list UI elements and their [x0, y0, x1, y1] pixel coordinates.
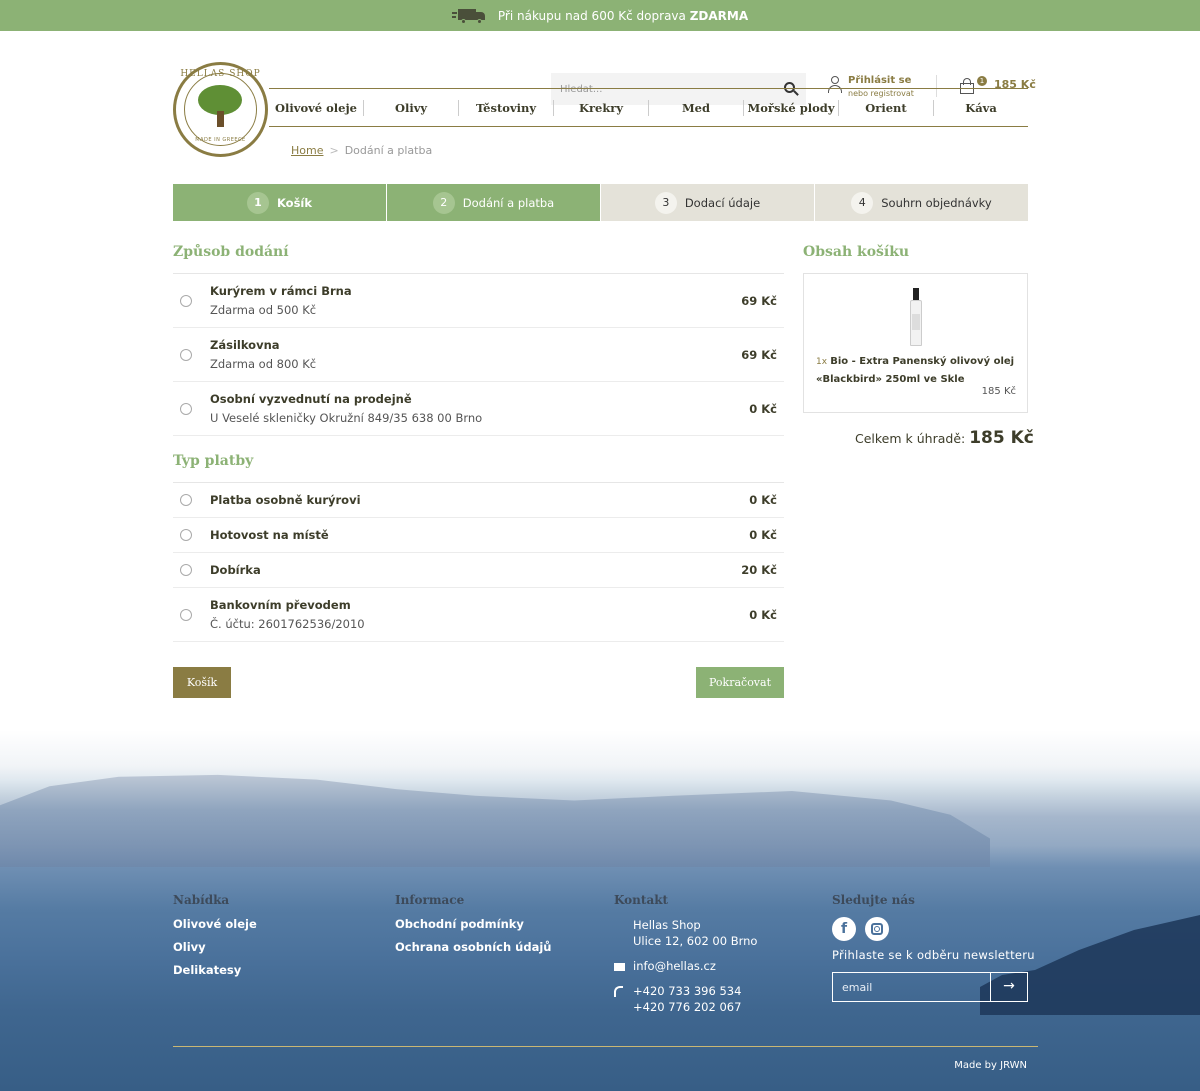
breadcrumb: Home > Dodání a platba: [291, 144, 433, 157]
payment-options: Platba osobně kurýrovi 0 Kč Hotovost na …: [173, 482, 784, 642]
footer-info: Informace Obchodní podmínky Ochrana osob…: [395, 893, 552, 954]
phone-icon: [614, 986, 624, 998]
cart-item-name[interactable]: 1x Bio - Extra Panenský olivový olej «Bl…: [816, 353, 1016, 388]
radio-button[interactable]: [180, 402, 192, 415]
radio-button[interactable]: [180, 294, 192, 307]
made-by[interactable]: Made by JRWN: [954, 1060, 1027, 1071]
instagram-icon[interactable]: [865, 917, 889, 941]
payment-option-transfer[interactable]: Bankovním převodem Č. účtu: 2601762536/20…: [173, 588, 784, 642]
step-order-summary: 4 Souhrn objednávky: [815, 184, 1028, 221]
continue-button[interactable]: Pokračovat: [696, 667, 784, 698]
newsletter-text: Přihlaste se k odběru newsletteru: [832, 948, 1035, 962]
banner-text: Při nákupu nad 600 Kč doprava ZDARMA: [497, 8, 749, 23]
radio-button[interactable]: [180, 494, 192, 506]
footer-follow: Sledujte nás f Přihlaste se k odběru new…: [832, 893, 1035, 1002]
footer-divider: [173, 1046, 1038, 1047]
delivery-options: Kurýrem v rámci Brna Zdarma od 500 Kč 69 …: [173, 273, 784, 436]
login-link[interactable]: Přihlásit se: [848, 75, 914, 86]
cart-item-price: 185 Kč: [981, 386, 1016, 397]
nav-item-seafood[interactable]: Mořské plody: [744, 99, 839, 116]
cart-summary-title: Obsah košíku: [803, 244, 910, 260]
radio-button[interactable]: [180, 564, 192, 576]
contact-phone[interactable]: +420 733 396 534 +420 776 202 067: [614, 983, 757, 1015]
radio-button[interactable]: [180, 608, 192, 621]
delivery-option-zasilkovna[interactable]: Zásilkovna Zdarma od 800 Kč 69 Kč: [173, 328, 784, 382]
contact-address: Hellas Shop Ulice 12, 602 00 Brno: [614, 917, 757, 949]
envelope-icon: [614, 961, 625, 973]
back-to-cart-button[interactable]: Košík: [173, 667, 231, 698]
breadcrumb-home[interactable]: Home: [291, 144, 323, 157]
free-shipping-banner: Při nákupu nad 600 Kč doprava ZDARMA: [0, 0, 1200, 31]
nav-item-crackers[interactable]: Krekry: [554, 99, 649, 116]
payment-option-cash[interactable]: Hotovost na místě 0 Kč: [173, 518, 784, 553]
delivery-option-pickup[interactable]: Osobní vyzvednutí na prodejně U Veselé sk…: [173, 382, 784, 436]
footer-link-olives[interactable]: Olivy: [173, 940, 257, 954]
facebook-icon[interactable]: f: [832, 917, 856, 941]
cart-item: 1x Bio - Extra Panenský olivový olej «Bl…: [803, 273, 1028, 413]
newsletter-form: →: [832, 972, 1028, 1002]
order-total: Celkem k úhradě: 185 Kč: [855, 428, 1034, 448]
truck-icon: [451, 8, 486, 24]
radio-button[interactable]: [180, 529, 192, 541]
contact-email[interactable]: info@hellas.cz: [614, 958, 757, 974]
step-delivery-details: 3 Dodací údaje: [601, 184, 815, 221]
payment-title: Typ platby: [173, 453, 254, 469]
footer-link-privacy[interactable]: Ochrana osobních údajů: [395, 940, 552, 954]
payment-option-courier[interactable]: Platba osobně kurýrovi 0 Kč: [173, 483, 784, 518]
cart-count-badge: 1: [977, 76, 987, 86]
delivery-title: Způsob dodání: [173, 244, 289, 260]
nav-item-olive-oils[interactable]: Olivové oleje: [269, 99, 364, 116]
social-links: f: [832, 917, 1035, 941]
footer-link-olive-oils[interactable]: Olivové oleje: [173, 917, 257, 931]
nav-item-olives[interactable]: Olivy: [364, 99, 459, 116]
product-image[interactable]: [910, 288, 922, 346]
step-delivery-payment[interactable]: 2 Dodání a platba: [387, 184, 601, 221]
nav-item-coffee[interactable]: Káva: [934, 100, 1028, 116]
footer-offer: Nabídka Olivové oleje Olivy Delikatesy: [173, 893, 257, 977]
radio-button[interactable]: [180, 348, 192, 361]
nav-item-orient[interactable]: Orient: [839, 99, 934, 116]
footer-link-terms[interactable]: Obchodní podmínky: [395, 917, 552, 931]
newsletter-email-input[interactable]: [833, 973, 990, 1001]
main-navigation: Olivové oleje Olivy Těstoviny Krekry Med…: [269, 88, 1028, 127]
delivery-option-courier[interactable]: Kurýrem v rámci Brna Zdarma od 500 Kč 69 …: [173, 274, 784, 328]
payment-option-cod[interactable]: Dobírka 20 Kč: [173, 553, 784, 588]
footer-contact: Kontakt Hellas Shop Ulice 12, 602 00 Brno…: [614, 893, 758, 1015]
footer-link-delicacies[interactable]: Delikatesy: [173, 963, 257, 977]
arrow-right-icon[interactable]: →: [990, 973, 1027, 1001]
location-pin-icon: [614, 920, 624, 932]
cart-summary: Obsah košíku 1x Bio - Extra Panenský oli…: [803, 244, 1028, 413]
nav-item-honey[interactable]: Med: [649, 99, 744, 116]
nav-item-pasta[interactable]: Těstoviny: [459, 99, 554, 116]
hellas-shop-logo[interactable]: HELLAS SHOP MADE IN GREECE: [173, 62, 268, 157]
checkout-form: Způsob dodání Kurýrem v rámci Brna Zdarma…: [173, 244, 784, 642]
step-cart[interactable]: 1 Košík: [173, 184, 387, 221]
checkout-steps: 1 Košík 2 Dodání a platba 3 Dodací údaje 4S…: [173, 184, 1028, 221]
breadcrumb-current: Dodání a platba: [344, 144, 433, 157]
